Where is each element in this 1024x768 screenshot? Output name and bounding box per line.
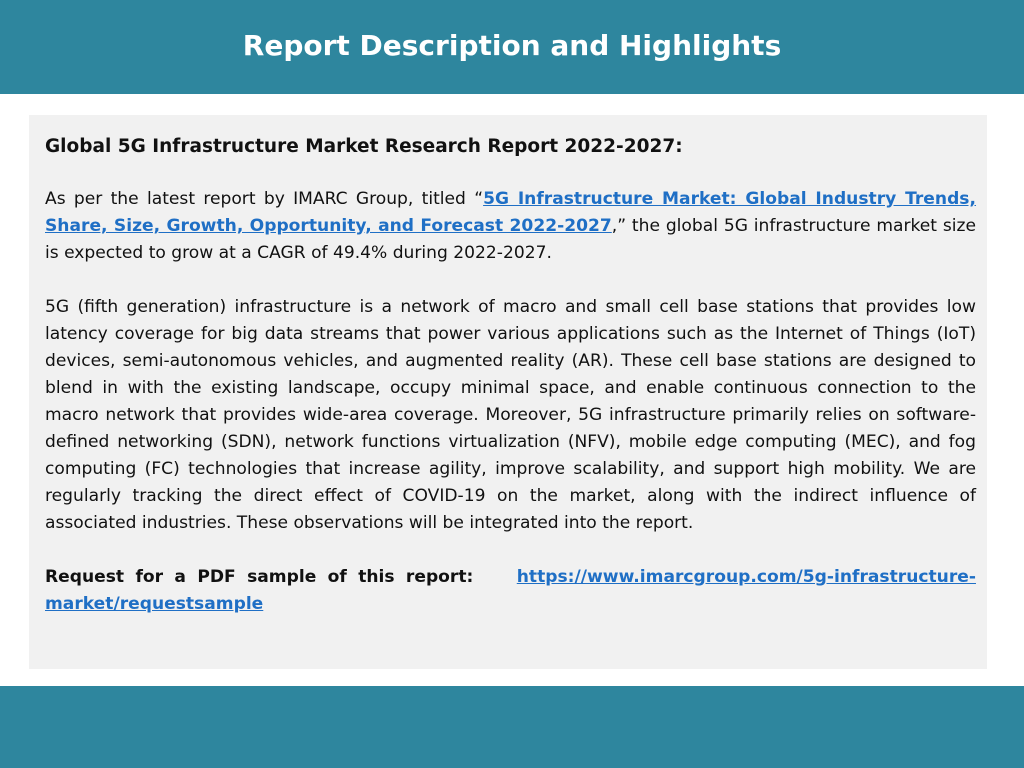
intro-paragraph: As per the latest report by IMARC Group,…	[45, 186, 976, 267]
body-paragraph: 5G (fifth generation) infrastructure is …	[45, 297, 976, 533]
page-title: Report Description and Highlights	[242, 28, 782, 62]
header-band: Report Description and Highlights	[0, 0, 1024, 94]
intro-text-before: As per the latest report by IMARC Group,…	[45, 189, 484, 209]
sample-request-label: Request for a PDF sample of this report:	[45, 567, 474, 587]
report-heading: Global 5G Infrastructure Market Research…	[45, 136, 683, 157]
content-panel: Global 5G Infrastructure Market Research…	[29, 115, 987, 669]
footer-band	[0, 686, 1024, 768]
sample-request-line: Request for a PDF sample of this report:…	[45, 564, 976, 618]
slide: Report Description and Highlights Global…	[0, 0, 1024, 768]
